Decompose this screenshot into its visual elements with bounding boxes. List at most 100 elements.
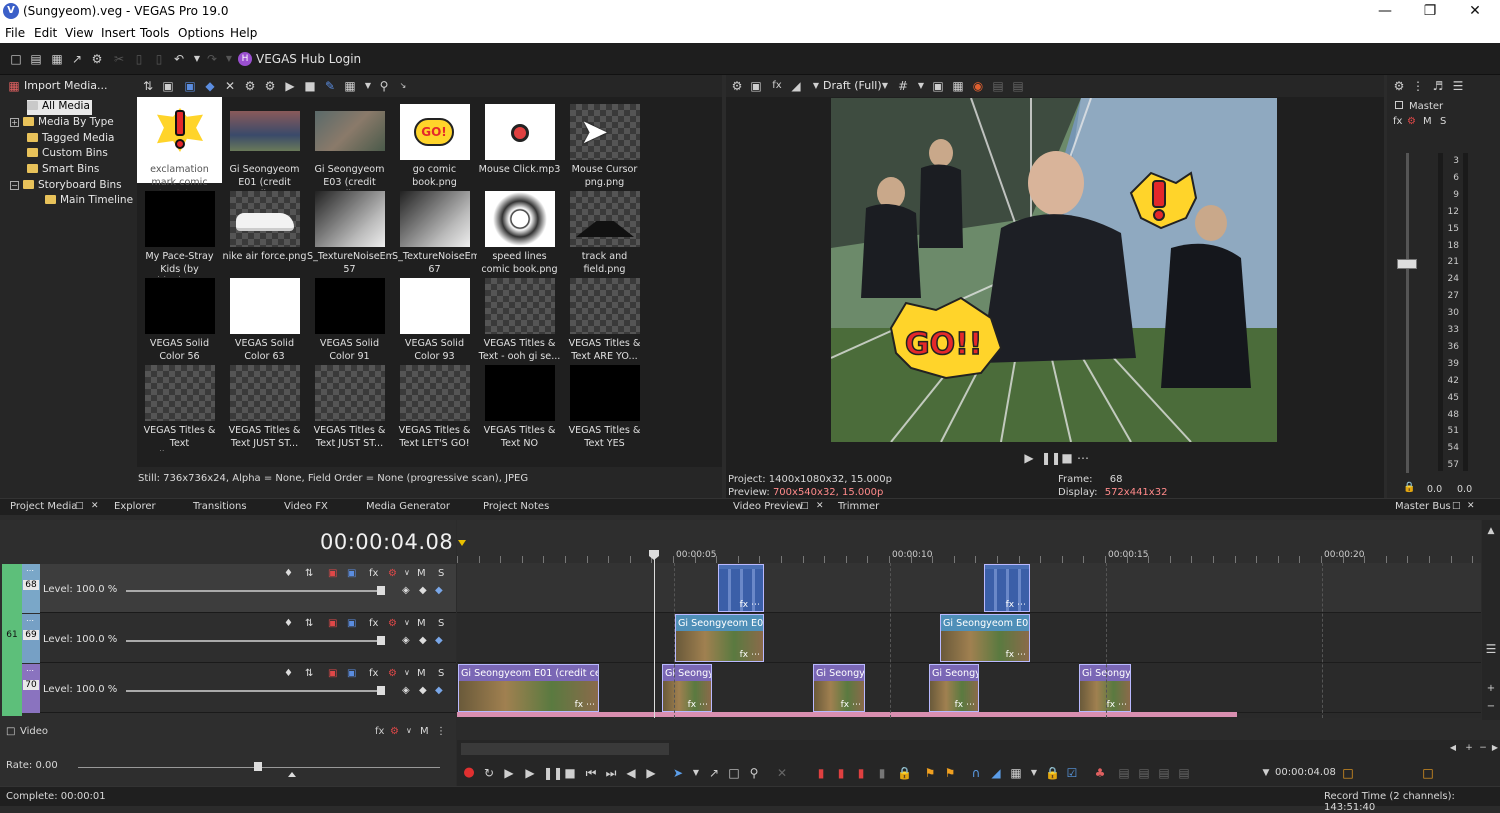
vegas-icon[interactable]: ◉: [971, 79, 985, 93]
group-icon[interactable]: ▤: [1157, 766, 1171, 780]
scopes-icon[interactable]: ▤: [991, 79, 1005, 93]
tab-project-media-undock-icon[interactable]: □: [75, 501, 84, 511]
nest-icon[interactable]: ▤: [1117, 766, 1131, 780]
track-compositing-mode-icon[interactable]: ▣: [347, 668, 356, 679]
track-number-strip[interactable]: ⋯ 69: [22, 614, 40, 663]
media-item[interactable]: GO! go comic book.png: [392, 97, 477, 188]
media-item[interactable]: VEGAS Titles & Text JUST ST...: [307, 358, 392, 449]
ignore-grouping-icon[interactable]: ☑: [1065, 766, 1079, 780]
tab-master-bus-undock-icon[interactable]: □: [1452, 501, 1461, 511]
media-item[interactable]: VEGAS Solid Color 56: [137, 271, 222, 362]
track-pan-crop-icon[interactable]: ▣: [328, 618, 337, 629]
timeline-clip[interactable]: Gi Seongyeom E01 (credit celly fx ⋯: [458, 664, 599, 712]
track-level-knob[interactable]: [377, 636, 385, 645]
clip-fx-icon[interactable]: fx ⋯: [955, 700, 975, 710]
close-button[interactable]: ✕: [1452, 2, 1498, 21]
tab-media-generator[interactable]: Media Generator: [366, 501, 450, 512]
delete-icon[interactable]: ✕: [775, 766, 789, 780]
clip-fx-icon[interactable]: fx ⋯: [1006, 650, 1026, 660]
track-child-icon[interactable]: ◆: [435, 685, 443, 696]
open-icon[interactable]: ▤: [29, 52, 43, 66]
lane-track-68[interactable]: [457, 563, 1481, 613]
menu-insert[interactable]: Insert: [101, 26, 135, 40]
media-item[interactable]: exclamation mark comic book.jpg: [137, 97, 222, 190]
go-to-end-icon[interactable]: ⏭: [604, 766, 618, 780]
selection-length-box-icon[interactable]: □: [1421, 766, 1435, 780]
render-icon[interactable]: ↗: [70, 52, 84, 66]
track-number-strip[interactable]: ⋯ 68: [22, 564, 40, 613]
save-snapshot-icon[interactable]: ▦: [951, 79, 965, 93]
go-to-start-icon[interactable]: ⏮: [584, 766, 598, 780]
tab-project-media-close-icon[interactable]: ✕: [91, 501, 99, 511]
vegas-hub-icon[interactable]: H: [238, 52, 252, 66]
downmix-icon[interactable]: ⋮: [1411, 79, 1425, 93]
tab-project-notes[interactable]: Project Notes: [483, 501, 549, 512]
group-track-strip[interactable]: 61: [2, 564, 22, 716]
record-icon[interactable]: ●: [462, 766, 476, 780]
search-dropdown-icon[interactable]: ↘: [396, 79, 410, 93]
tab-transitions[interactable]: Transitions: [193, 501, 247, 512]
track-gear-dropdown-icon[interactable]: ∨: [404, 568, 410, 577]
master-fader-knob[interactable]: [1397, 259, 1417, 269]
media-item[interactable]: VEGAS Titles & Text - ooh gi se...: [477, 271, 562, 362]
clip-fx-icon[interactable]: fx ⋯: [1107, 700, 1127, 710]
remove-icon[interactable]: ✕: [223, 79, 237, 93]
track-gear-icon[interactable]: ⚙: [388, 618, 397, 629]
zoom-in-vertical-icon[interactable]: +: [1484, 682, 1498, 696]
video-bus-dropdown-icon[interactable]: ∨: [406, 726, 412, 735]
media-item[interactable]: track and field.png: [562, 184, 647, 275]
paste-icon[interactable]: ▯: [152, 52, 166, 66]
master-solo-button[interactable]: S: [1440, 116, 1446, 127]
preview-quality-select[interactable]: Draft (Full): [823, 79, 882, 92]
media-item[interactable]: S_TextureNoiseEmboss 67: [392, 184, 477, 275]
track-fx-icon[interactable]: fx: [369, 618, 378, 629]
zoom-in-horizontal-icon[interactable]: +: [1462, 741, 1476, 755]
scroll-left-icon[interactable]: ◀: [1446, 741, 1460, 755]
lock-envelopes-icon[interactable]: 🔒: [1045, 766, 1060, 780]
track-level-slider[interactable]: [126, 590, 380, 592]
tree-smart-bins[interactable]: Smart Bins: [27, 163, 99, 178]
scroll-right-icon[interactable]: ▶: [1488, 741, 1500, 755]
media-item[interactable]: VEGAS Solid Color 93: [392, 271, 477, 362]
undo-dropdown-icon[interactable]: ▼: [190, 52, 204, 66]
loop-playback-icon[interactable]: ↻: [482, 766, 496, 780]
tag-icon[interactable]: ◆: [203, 79, 217, 93]
track-more-icon[interactable]: ⋯: [26, 666, 34, 675]
track-compositing-mode-icon[interactable]: ▣: [347, 618, 356, 629]
split-screen-icon[interactable]: ◢: [789, 79, 803, 93]
media-item[interactable]: speed lines comic book.png: [477, 184, 562, 275]
auto-ripple-icon[interactable]: ▦: [1009, 766, 1023, 780]
track-gear-icon[interactable]: ⚙: [388, 568, 397, 579]
track-mute-button[interactable]: M: [417, 668, 426, 679]
import-media-button[interactable]: Import Media...: [24, 79, 108, 92]
track-level-slider[interactable]: [126, 640, 380, 642]
trim-start-icon[interactable]: ▮: [834, 766, 848, 780]
new-icon[interactable]: □: [9, 52, 23, 66]
snapping-icon[interactable]: ∩: [969, 766, 983, 780]
timeline-ruler[interactable]: 00:00:05 00:00:10 00:00:15 00:00:20: [457, 520, 1481, 563]
grid-icon[interactable]: ▤: [1011, 79, 1025, 93]
expand-icon[interactable]: +: [10, 118, 19, 127]
collapse-icon[interactable]: −: [10, 181, 19, 190]
play-from-start-icon[interactable]: ▶: [502, 766, 516, 780]
track-motion-icon[interactable]: ⇅: [305, 618, 313, 629]
tab-video-preview[interactable]: Video Preview: [733, 501, 803, 512]
track-compositing-icon[interactable]: ♦: [284, 568, 293, 579]
menu-tools[interactable]: Tools: [140, 26, 170, 40]
menu-help[interactable]: Help: [230, 26, 257, 40]
menu-view[interactable]: View: [65, 26, 93, 40]
external-monitor-icon[interactable]: ▣: [749, 79, 763, 93]
lane-height-icon[interactable]: ☰: [1484, 642, 1498, 656]
split-dropdown-icon[interactable]: ▼: [809, 79, 823, 93]
timeline-clip[interactable]: Gi Seongy fx ⋯: [1079, 664, 1131, 712]
overlays-dropdown-icon[interactable]: ▼: [914, 79, 928, 93]
tab-trimmer[interactable]: Trimmer: [838, 501, 879, 512]
media-item[interactable]: VEGAS Solid Color 63: [222, 271, 307, 362]
clip-fx-icon[interactable]: fx ⋯: [1006, 600, 1026, 610]
copy-snapshot-icon[interactable]: ▣: [931, 79, 945, 93]
track-mute-button[interactable]: M: [417, 618, 426, 629]
video-bus-mute-button[interactable]: M: [420, 726, 429, 737]
views-icon[interactable]: ▦: [343, 79, 357, 93]
track-compositing-icon[interactable]: ♦: [284, 618, 293, 629]
import-media-icon[interactable]: ▦: [7, 79, 21, 93]
